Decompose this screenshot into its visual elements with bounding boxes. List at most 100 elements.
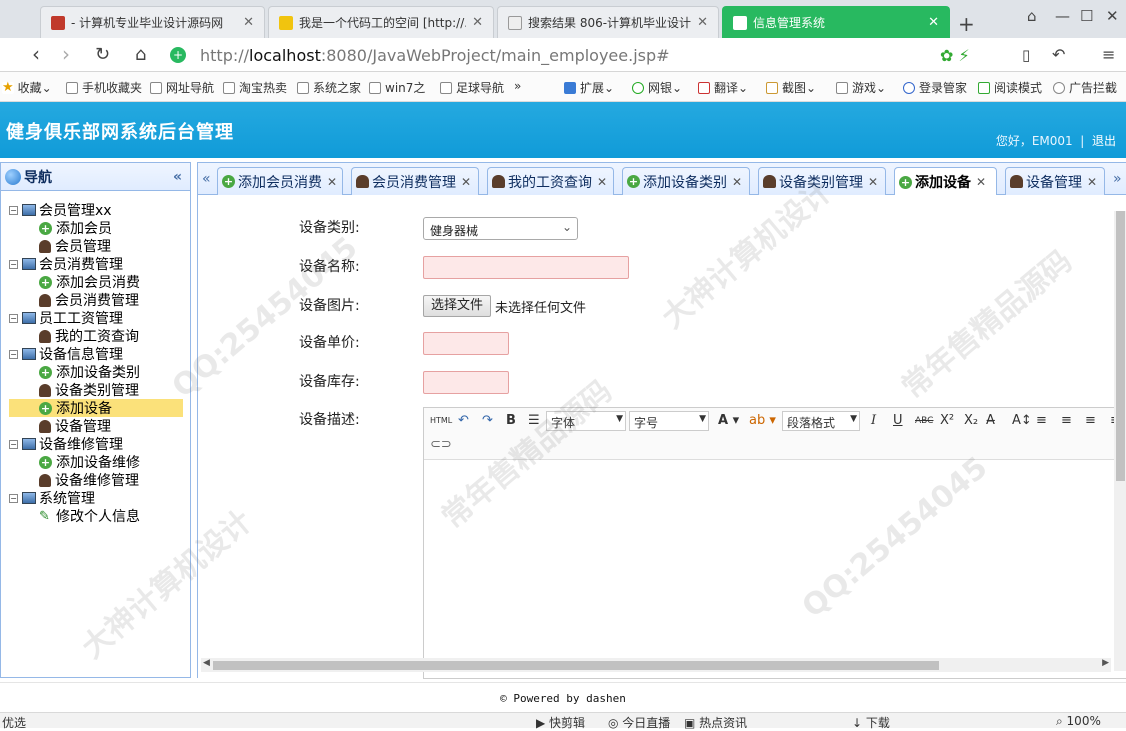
bookmark-item[interactable]: 网址导航	[150, 79, 214, 96]
screenshot-button[interactable]: 截图 ⌄	[766, 79, 816, 96]
bank-button[interactable]: 网银 ⌄	[632, 79, 682, 96]
scroll-left-arrow-icon[interactable]: ◀	[203, 658, 210, 668]
redo-icon[interactable]: ↷	[482, 412, 493, 430]
tree-group-member[interactable]: − 会员管理xx	[9, 201, 183, 219]
close-icon[interactable]: ✕	[327, 175, 337, 189]
tree-item-equipment-manage[interactable]: 设备管理	[9, 417, 183, 435]
status-news[interactable]: ▣ 热点资讯	[684, 714, 747, 731]
browser-tab-1[interactable]: - 计算机专业毕业设计源码网 ✕	[40, 6, 265, 38]
tab-add-consumption[interactable]: + 添加会员消费 ✕	[217, 167, 343, 195]
browser-tab-active[interactable]: 信息管理系统 ✕	[722, 6, 950, 38]
status-live[interactable]: ◎ 今日直播	[608, 714, 670, 731]
tab-consumption-manage[interactable]: 会员消费管理 ✕	[351, 167, 479, 195]
login-manager-button[interactable]: 登录管家	[903, 79, 967, 96]
bold-button[interactable]: B	[506, 412, 516, 430]
status-download[interactable]: ↓ 下载	[852, 714, 890, 731]
vertical-scrollbar[interactable]	[1114, 211, 1126, 671]
back-icon[interactable]: ‹	[32, 42, 40, 66]
close-icon[interactable]: ✕	[1087, 175, 1097, 189]
close-icon[interactable]: ✕	[597, 175, 607, 189]
collapse-icon[interactable]: «	[173, 169, 182, 185]
url-field[interactable]: + http://localhost:8080/JavaWebProject/m…	[170, 43, 985, 67]
highlight-icon[interactable]: ab ▾	[749, 412, 776, 430]
extension-button[interactable]: 扩展 ⌄	[564, 79, 614, 96]
tree-item-add-member[interactable]: + 添加会员	[9, 219, 183, 237]
bookmark-item[interactable]: 手机收藏夹	[66, 79, 142, 96]
tab-add-category[interactable]: + 添加设备类别 ✕	[622, 167, 750, 195]
tree-item-repair-manage[interactable]: 设备维修管理	[9, 471, 183, 489]
maximize-icon[interactable]: ☐	[1080, 7, 1093, 25]
align-left-icon[interactable]: ≡	[1036, 412, 1047, 430]
tree-item-add-repair[interactable]: + 添加设备维修	[9, 453, 183, 471]
device-icon[interactable]: ▯	[1022, 46, 1030, 64]
close-icon[interactable]: ✕	[243, 15, 254, 30]
close-icon[interactable]: ✕	[697, 15, 708, 30]
collapse-toggle-icon[interactable]: −	[9, 439, 18, 449]
format-clear-icon[interactable]: ☰	[528, 412, 540, 430]
bookmark-item[interactable]: 淘宝热卖	[223, 79, 287, 96]
status-preferred[interactable]: 优选	[2, 714, 26, 731]
bookmark-item[interactable]: 系统之家	[297, 79, 361, 96]
browser-tab-2[interactable]: 我是一个代码工的空间 [http://... ✕	[268, 6, 494, 38]
adblock-button[interactable]: 广告拦截	[1053, 79, 1117, 96]
italic-button[interactable]: I	[871, 412, 876, 430]
tree-item-add-category[interactable]: + 添加设备类别	[9, 363, 183, 381]
tab-my-salary[interactable]: 我的工资查询 ✕	[487, 167, 614, 195]
align-center-icon[interactable]: ≡	[1061, 412, 1072, 430]
tree-item-edit-profile[interactable]: ✎ 修改个人信息	[9, 507, 183, 525]
tree-group-equipment[interactable]: − 设备信息管理	[9, 345, 183, 363]
paragraph-format-select[interactable]: 段落格式 ▼	[782, 411, 860, 431]
underline-button[interactable]: U	[893, 412, 903, 430]
tree-group-repair[interactable]: − 设备维修管理	[9, 435, 183, 453]
horizontal-scrollbar[interactable]: ◀ ▶	[201, 658, 1111, 672]
close-icon[interactable]: ✕	[732, 175, 742, 189]
minimize-icon[interactable]: —	[1055, 7, 1070, 25]
strikethrough-button[interactable]: ABC	[915, 412, 933, 430]
category-select[interactable]: 健身器械 ⌄	[423, 217, 578, 240]
bookmark-favorites[interactable]: ★ 收藏 ⌄	[2, 79, 52, 96]
menu-icon[interactable]: ≡	[1102, 45, 1115, 64]
bookmark-item[interactable]: 足球导航	[440, 79, 504, 96]
editor-content-area[interactable]	[424, 460, 1126, 678]
new-tab-icon[interactable]: +	[958, 12, 975, 36]
collapse-toggle-icon[interactable]: −	[9, 259, 18, 269]
scroll-right-icon[interactable]: »	[1113, 171, 1122, 187]
skin-icon[interactable]: ⌂	[1027, 7, 1037, 25]
collapse-toggle-icon[interactable]: −	[9, 205, 18, 215]
tab-category-manage[interactable]: 设备类别管理 ✕	[758, 167, 886, 195]
tree-item-my-salary[interactable]: 我的工资查询	[9, 327, 183, 345]
scroll-right-arrow-icon[interactable]: ▶	[1102, 658, 1109, 668]
tab-equipment-manage[interactable]: 设备管理 ✕	[1005, 167, 1105, 195]
align-right-icon[interactable]: ≡	[1085, 412, 1096, 430]
logout-link[interactable]: 退出	[1092, 134, 1116, 148]
tree-group-salary[interactable]: − 员工工资管理	[9, 309, 183, 327]
tab-add-equipment[interactable]: + 添加设备 ✕	[894, 167, 997, 196]
link-icon[interactable]: ⊂⊃	[430, 436, 452, 454]
bookmark-more[interactable]: »	[514, 79, 521, 93]
tree-group-consumption[interactable]: − 会员消费管理	[9, 255, 183, 273]
tree-item-add-equipment[interactable]: + 添加设备	[9, 399, 183, 417]
tree-item-add-consumption[interactable]: + 添加会员消费	[9, 273, 183, 291]
games-button[interactable]: 游戏 ⌄	[836, 79, 886, 96]
close-icon[interactable]: ✕	[928, 15, 939, 30]
tree-item-member-manage[interactable]: 会员管理	[9, 237, 183, 255]
reload-icon[interactable]: ↻	[95, 44, 110, 65]
tree-item-category-manage[interactable]: 设备类别管理	[9, 381, 183, 399]
home-icon[interactable]: ⌂	[135, 44, 146, 65]
choose-file-button[interactable]: 选择文件	[423, 295, 491, 317]
close-icon[interactable]: ✕	[868, 175, 878, 189]
undo-icon[interactable]: ↶	[1052, 45, 1065, 64]
browser-tab-3[interactable]: 搜索结果 806-计算机毕业设计... ✕	[497, 6, 719, 38]
reading-mode-button[interactable]: 阅读模式	[978, 79, 1042, 96]
translate-button[interactable]: 翻译 ⌄	[698, 79, 748, 96]
close-icon[interactable]: ✕	[461, 175, 471, 189]
stock-input[interactable]	[423, 371, 509, 394]
scrollbar-thumb[interactable]	[1116, 211, 1125, 481]
status-clip[interactable]: ▶ 快剪辑	[536, 714, 585, 731]
scroll-left-icon[interactable]: «	[202, 171, 211, 187]
price-input[interactable]	[423, 332, 509, 355]
collapse-toggle-icon[interactable]: −	[9, 349, 18, 359]
speed-icon[interactable]: ✿ ⚡	[940, 46, 970, 65]
subscript-icon[interactable]: X₂	[964, 412, 978, 430]
close-icon[interactable]: ✕	[976, 175, 986, 189]
